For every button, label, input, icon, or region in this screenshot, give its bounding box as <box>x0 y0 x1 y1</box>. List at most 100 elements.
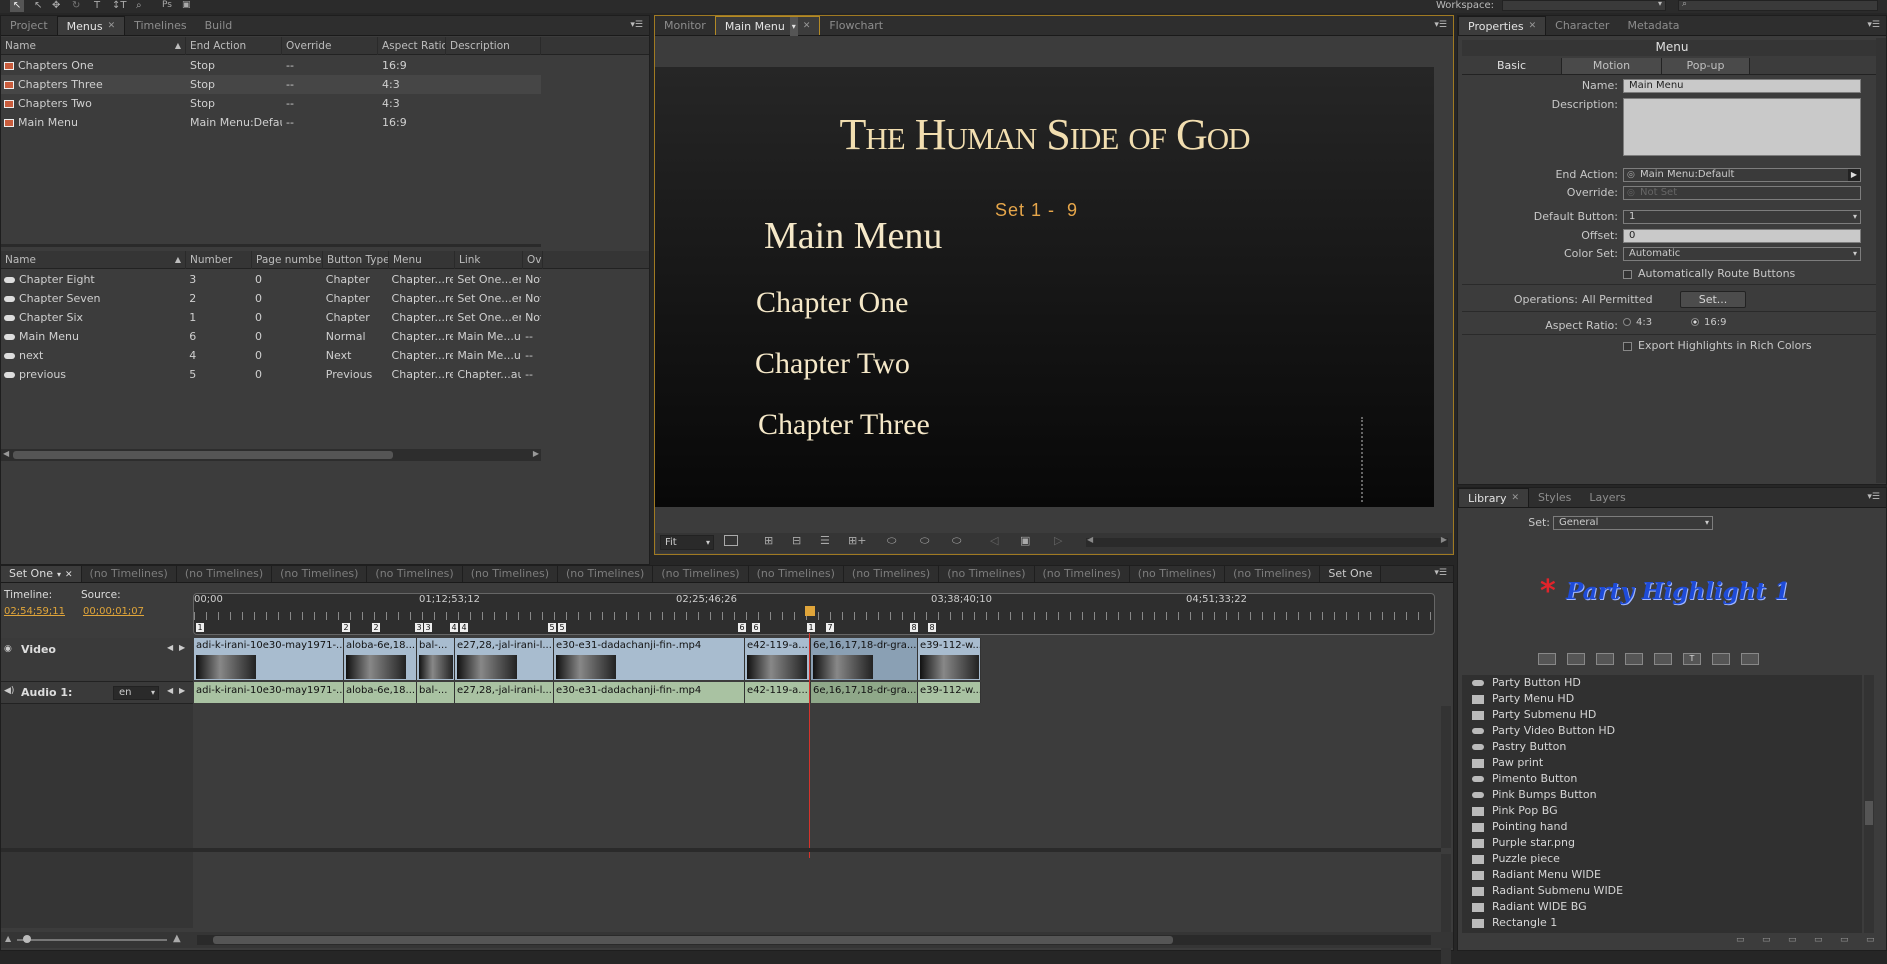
col-menu[interactable]: Menu <box>389 251 455 269</box>
chapter-marker[interactable]: 7 <box>826 623 834 632</box>
library-item[interactable]: Pimento Button <box>1472 771 1577 787</box>
tab-timelines[interactable]: Timelines <box>125 16 196 35</box>
col-name[interactable]: Name ▲ <box>1 251 186 269</box>
tab-no-timeline[interactable]: (no Timelines) <box>1130 566 1226 582</box>
col-number[interactable]: Number <box>186 251 252 269</box>
tab-no-timeline[interactable]: (no Timelines) <box>749 566 844 582</box>
library-item[interactable]: Pink Pop BG <box>1472 803 1558 819</box>
table-row[interactable]: Chapter Six 1 0 Chapter Chapter...reeSet One… <box>1 308 541 327</box>
preview-chapter-three[interactable]: Chapter Three <box>758 408 930 442</box>
table-row[interactable]: next 4 0 Next Chapter...reeMain Me...ult -- <box>1 346 541 365</box>
play-arrow-icon[interactable]: ▶ <box>1848 169 1860 181</box>
offset-value-field[interactable]: 0 <box>1623 229 1861 243</box>
aspect-169-radio[interactable]: 16:9 <box>1691 317 1726 328</box>
close-icon[interactable]: ✕ <box>65 570 73 580</box>
col-override[interactable]: Override <box>282 37 378 55</box>
name-value-field[interactable]: Main Menu <box>1623 79 1861 93</box>
video-clip[interactable]: aloba-6e,18... <box>344 638 417 680</box>
audio-clip[interactable]: e27,28,-jal-irani-l... <box>455 682 554 703</box>
align-icon[interactable]: ⊟ <box>792 534 801 547</box>
tab-set-one[interactable]: Set One ▾ ✕ <box>1 566 82 582</box>
table-row[interactable]: Chapters Three Stop -- 4:3 <box>1 75 541 94</box>
image-filter-icon[interactable] <box>1596 653 1614 665</box>
scrollbar-thumb[interactable] <box>213 936 1173 944</box>
chapter-marker[interactable]: 2 <box>342 623 350 632</box>
library-item[interactable]: Party Video Button HD <box>1472 723 1615 739</box>
chapter-marker[interactable]: 6 <box>738 623 746 632</box>
tab-menus[interactable]: Menus ✕ <box>56 16 126 36</box>
workspace-select[interactable]: ▾ <box>1502 0 1666 11</box>
close-icon[interactable]: ✕ <box>108 17 116 36</box>
chapter-marker[interactable]: 8 <box>928 623 936 632</box>
chevron-down-icon[interactable]: ▾ <box>57 570 61 579</box>
close-icon[interactable]: ✕ <box>803 17 811 36</box>
tab-no-timeline[interactable]: (no Timelines) <box>463 566 559 582</box>
zoom-in-icon[interactable]: ▲ <box>173 933 181 944</box>
audio-clip[interactable]: adi-k-irani-10e30-may1971-... <box>194 682 344 703</box>
pickwhip-icon[interactable]: ◎ <box>1627 169 1635 181</box>
radio-circle[interactable] <box>1623 318 1631 326</box>
library-item[interactable]: Radiant Submenu WIDE <box>1472 883 1623 899</box>
table-divider[interactable] <box>1 244 541 247</box>
playhead-line[interactable] <box>809 633 810 858</box>
col-override[interactable]: Ove <box>523 251 543 269</box>
direct-select-tool-icon[interactable]: ↖ <box>34 0 42 11</box>
library-item[interactable]: Pink Bumps Button <box>1472 787 1597 803</box>
subtab-pop-up[interactable]: Pop-up <box>1662 58 1750 74</box>
preview-title[interactable]: The Human Side of God <box>655 109 1434 160</box>
library-item[interactable]: Puzzle piece <box>1472 851 1560 867</box>
scroll-right-icon[interactable]: ▶ <box>1441 535 1447 544</box>
library-item[interactable]: Purple star.png <box>1472 835 1575 851</box>
track-divider[interactable] <box>1 848 1441 852</box>
zoom-out-icon[interactable]: ▲ <box>5 934 11 943</box>
panel-menu-icon[interactable]: ▾☰ <box>1867 20 1880 30</box>
tab-no-timeline[interactable]: (no Timelines) <box>844 566 940 582</box>
tab-no-timeline[interactable]: (no Timelines) <box>558 566 654 582</box>
subtab-basic[interactable]: Basic <box>1462 58 1562 74</box>
chevron-down-icon[interactable]: ▾ <box>789 16 798 36</box>
audio-clip[interactable]: e39-112-w... <box>918 682 981 703</box>
selection-tool-icon[interactable]: ↖ <box>10 0 24 12</box>
photoshop-icon[interactable]: Ps <box>162 0 172 10</box>
preview-subtitle[interactable]: Set 1 - 9 <box>995 200 1078 221</box>
audio-clip[interactable]: aloba-6e,18... <box>344 682 417 703</box>
table-row[interactable]: Chapters One Stop -- 16:9 <box>1 56 541 75</box>
tab-no-timeline[interactable]: (no Timelines) <box>1035 566 1130 582</box>
upper-vscroll[interactable] <box>1441 706 1451 848</box>
col-page-number[interactable]: Page number <box>252 251 323 269</box>
scroll-left-icon[interactable]: ◀ <box>1087 535 1093 544</box>
radio-circle[interactable] <box>1691 318 1699 326</box>
safe-area-icon[interactable] <box>724 535 738 546</box>
add-button-icon[interactable]: ⊞+ <box>848 534 866 547</box>
chapter-marker[interactable]: 6 <box>752 623 760 632</box>
properties-scrollbar[interactable] <box>1876 38 1886 483</box>
audio-clip[interactable]: e42-119-a... <box>745 682 811 703</box>
preview-chapter-one[interactable]: Chapter One <box>756 286 908 320</box>
tab-project[interactable]: Project <box>1 16 57 35</box>
tab-no-timeline[interactable]: (no Timelines) <box>82 566 177 582</box>
distribute-icon[interactable]: ☰ <box>820 534 830 547</box>
tab-properties[interactable]: Properties ✕ <box>1458 16 1547 35</box>
zoom-slider-thumb[interactable] <box>23 935 31 943</box>
tab-no-timeline[interactable]: Set One <box>1320 566 1382 582</box>
library-item[interactable]: Party Menu HD <box>1472 691 1574 707</box>
chapter-marker[interactable]: 3 <box>424 623 432 632</box>
default-button-value-select[interactable]: 1 ▾ <box>1623 210 1861 224</box>
chapter-marker[interactable]: 2 <box>372 623 380 632</box>
delete-icon[interactable]: ▭ <box>1866 935 1878 946</box>
grid-icon[interactable]: ⊞ <box>764 534 773 547</box>
monitor-hscroll[interactable]: ◀ ▶ <box>1086 535 1448 547</box>
table-row[interactable]: previous 5 0 Previous Chapter...reeChapter..… <box>1 365 541 384</box>
panel-menu-icon[interactable]: ▾☰ <box>1434 568 1447 578</box>
library-item[interactable]: Radiant WIDE BG <box>1472 899 1587 915</box>
horizontal-scrollbar[interactable]: ◀ ▶ <box>1 449 541 461</box>
new-item-icon[interactable]: ▭ <box>1788 935 1800 946</box>
library-item[interactable]: Paw print <box>1472 755 1543 771</box>
panel-menu-icon[interactable]: ▾☰ <box>1867 492 1880 502</box>
chapter-marker[interactable]: 5 <box>548 623 556 632</box>
menu-filter-icon[interactable] <box>1567 653 1585 665</box>
override-field[interactable]: ◎ Not Set <box>1623 186 1861 200</box>
subtab-motion[interactable]: Motion <box>1562 58 1662 74</box>
vertical-text-tool-icon[interactable]: ↕T <box>112 0 127 11</box>
time-ruler[interactable]: 00;00 01;12;53;12 02;25;46;26 03;38;40;10 04… <box>193 593 1435 635</box>
